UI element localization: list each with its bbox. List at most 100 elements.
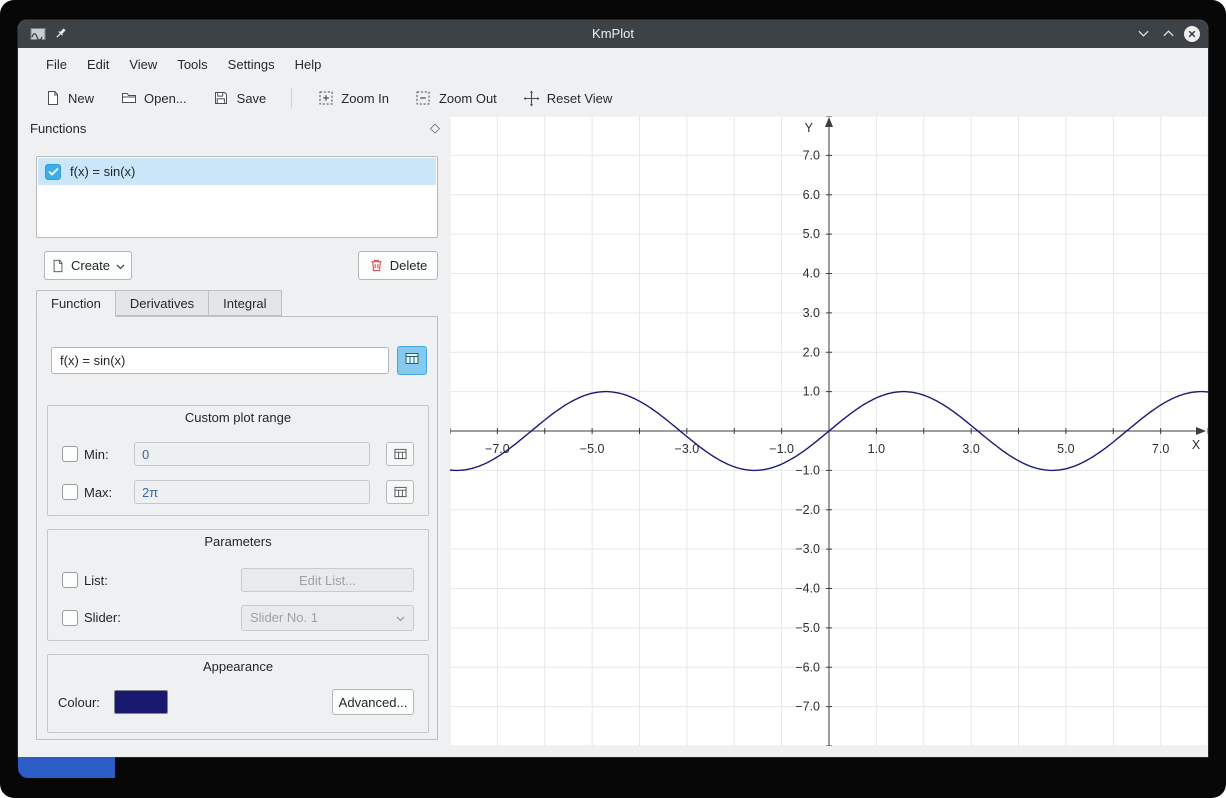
- reset-view-button[interactable]: Reset View: [517, 85, 619, 112]
- new-button-label: New: [68, 91, 94, 106]
- max-checkbox[interactable]: [62, 484, 78, 500]
- list-checkbox[interactable]: [62, 572, 78, 588]
- max-editor-button[interactable]: [386, 480, 414, 504]
- list-item[interactable]: f(x) = sin(x): [38, 158, 436, 185]
- zoom-out-button[interactable]: Zoom Out: [409, 85, 503, 112]
- slider-select[interactable]: Slider No. 1: [241, 605, 414, 631]
- menu-help[interactable]: Help: [285, 53, 332, 76]
- edit-list-button[interactable]: Edit List...: [241, 568, 414, 592]
- svg-text:−1.0: −1.0: [795, 463, 820, 477]
- delete-button[interactable]: Delete: [358, 251, 438, 280]
- parameters-title: Parameters: [48, 534, 428, 549]
- taskbar-fragment: [18, 757, 115, 778]
- plot-canvas[interactable]: −7.0−5.0−3.0−1.01.03.05.07.0−7.0−6.0−5.0…: [450, 116, 1208, 746]
- svg-text:5.0: 5.0: [803, 227, 820, 241]
- min-label: Min:: [84, 447, 128, 462]
- svg-text:1.0: 1.0: [868, 442, 885, 456]
- colour-row: Colour: Advanced...: [58, 689, 414, 715]
- svg-text:−5.0: −5.0: [795, 621, 820, 635]
- slider-checkbox[interactable]: [62, 610, 78, 626]
- create-document-icon: [51, 259, 65, 273]
- menu-file[interactable]: File: [36, 53, 77, 76]
- tab-function[interactable]: Function: [36, 290, 116, 317]
- chevron-up-icon[interactable]: [1162, 29, 1175, 38]
- list-label: List:: [84, 573, 108, 588]
- svg-text:−5.0: −5.0: [580, 442, 605, 456]
- custom-plot-range-group: Custom plot range Min: Max:: [47, 405, 429, 516]
- close-icon[interactable]: [1183, 25, 1201, 43]
- zoom-out-button-label: Zoom Out: [439, 91, 497, 106]
- zoom-in-button-label: Zoom In: [341, 91, 389, 106]
- equation-input[interactable]: [51, 347, 389, 374]
- menu-settings[interactable]: Settings: [218, 53, 285, 76]
- tab-integral[interactable]: Integral: [209, 290, 281, 316]
- svg-text:3.0: 3.0: [962, 442, 979, 456]
- min-row: Min:: [62, 441, 414, 467]
- svg-text:7.0: 7.0: [803, 148, 820, 162]
- save-button[interactable]: Save: [207, 85, 273, 112]
- svg-text:3.0: 3.0: [803, 306, 820, 320]
- chevron-down-icon[interactable]: [1137, 29, 1150, 38]
- equation-editor-button[interactable]: [397, 346, 427, 375]
- svg-text:−2.0: −2.0: [795, 503, 820, 517]
- create-button[interactable]: Create: [44, 251, 132, 280]
- titlebar[interactable]: KmPlot: [18, 20, 1208, 48]
- appearance-group: Appearance Colour: Advanced...: [47, 654, 429, 733]
- functions-panel-title: Functions: [30, 121, 86, 136]
- svg-text:2.0: 2.0: [803, 345, 820, 359]
- dock-float-icon[interactable]: ◇: [430, 120, 440, 136]
- svg-text:−7.0: −7.0: [795, 700, 820, 714]
- function-list[interactable]: f(x) = sin(x): [36, 156, 438, 238]
- save-icon: [213, 90, 230, 107]
- svg-text:7.0: 7.0: [1152, 442, 1169, 456]
- svg-text:−1.0: −1.0: [769, 442, 794, 456]
- equation-editor-icon: [405, 352, 419, 370]
- svg-text:1.0: 1.0: [803, 385, 820, 399]
- zoom-in-icon: [317, 90, 334, 107]
- menu-bar: File Edit View Tools Settings Help: [18, 48, 1208, 80]
- max-row: Max:: [62, 479, 414, 505]
- parameters-group: Parameters List: Edit List... Slider: Sl…: [47, 529, 429, 641]
- min-editor-button[interactable]: [386, 442, 414, 466]
- open-button-label: Open...: [144, 91, 187, 106]
- function-visible-checkbox[interactable]: [45, 164, 61, 180]
- svg-text:−3.0: −3.0: [795, 542, 820, 556]
- zoom-out-icon: [415, 90, 432, 107]
- reset-view-icon: [523, 90, 540, 107]
- svg-text:5.0: 5.0: [1057, 442, 1074, 456]
- trash-icon: [369, 258, 384, 273]
- chevron-down-icon: [396, 610, 405, 625]
- svg-text:−7.0: −7.0: [485, 442, 510, 456]
- new-button[interactable]: New: [38, 85, 100, 112]
- functions-panel: Functions ◇ f(x) = sin(x) Create: [26, 116, 450, 746]
- svg-text:−4.0: −4.0: [795, 582, 820, 596]
- slider-label: Slider:: [84, 610, 121, 625]
- min-input[interactable]: [134, 442, 370, 466]
- min-checkbox[interactable]: [62, 446, 78, 462]
- new-document-icon: [44, 90, 61, 107]
- kmplot-window: KmPlot File Edit View Tools Settings Hel…: [18, 20, 1208, 757]
- custom-plot-range-title: Custom plot range: [48, 410, 428, 425]
- open-button[interactable]: Open...: [114, 85, 193, 112]
- colour-swatch-button[interactable]: [114, 690, 168, 714]
- menu-view[interactable]: View: [119, 53, 167, 76]
- slider-select-value: Slider No. 1: [250, 610, 318, 625]
- svg-text:Y: Y: [805, 121, 814, 135]
- menu-tools[interactable]: Tools: [167, 53, 217, 76]
- list-row: List: Edit List...: [62, 567, 414, 593]
- main-toolbar: New Open... Save Zoom In: [18, 80, 1208, 116]
- toolbar-separator: [291, 88, 292, 108]
- advanced-button[interactable]: Advanced...: [332, 689, 414, 715]
- open-folder-icon: [120, 90, 137, 107]
- max-input[interactable]: [134, 480, 370, 504]
- tab-derivatives[interactable]: Derivatives: [116, 290, 209, 316]
- zoom-in-button[interactable]: Zoom In: [311, 85, 395, 112]
- svg-text:X: X: [1192, 438, 1201, 452]
- menu-edit[interactable]: Edit: [77, 53, 119, 76]
- function-list-label: f(x) = sin(x): [70, 164, 135, 179]
- svg-text:4.0: 4.0: [803, 267, 820, 281]
- window-title: KmPlot: [18, 26, 1208, 41]
- slider-row: Slider: Slider No. 1: [62, 604, 414, 631]
- reset-view-button-label: Reset View: [547, 91, 613, 106]
- tab-bar: Function Derivatives Integral: [36, 290, 282, 317]
